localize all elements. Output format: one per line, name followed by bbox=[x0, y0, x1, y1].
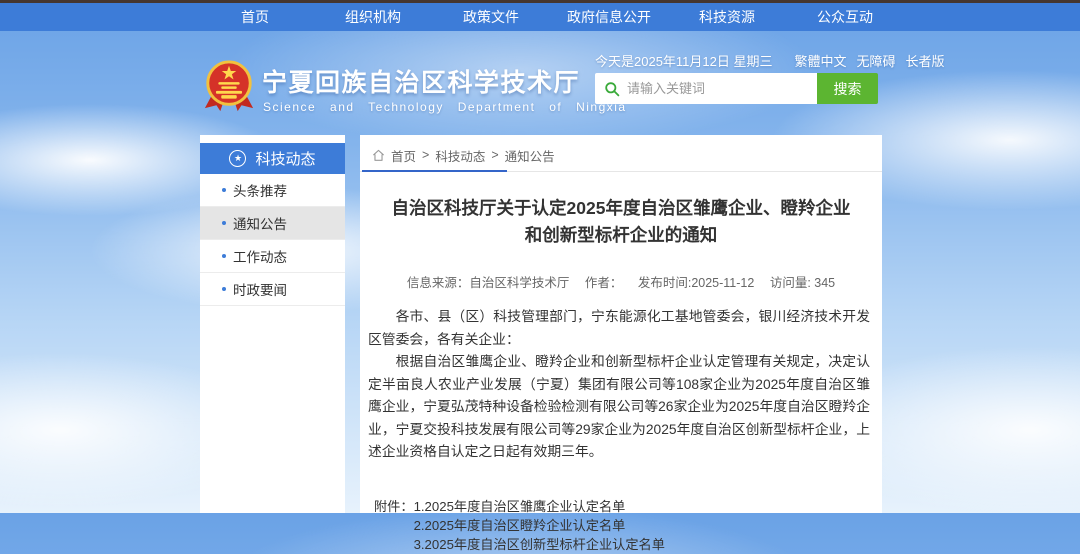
article-title: 自治区科技厅关于认定2025年度自治区雏鹰企业、瞪羚企业 和创新型标杆企业的通知 bbox=[360, 195, 882, 249]
meta-author: 作者： bbox=[585, 276, 623, 290]
nav-item-public-interaction[interactable]: 公众互动 bbox=[786, 7, 904, 27]
site-subtitle: Science and Technology Department of Nin… bbox=[263, 100, 627, 114]
circled-star-icon: ★ bbox=[229, 150, 246, 167]
article-title-line2: 和创新型标杆企业的通知 bbox=[380, 222, 862, 249]
link-elderly-version[interactable]: 长者版 bbox=[906, 51, 945, 70]
breadcrumb: 首页 > 科技动态 > 通知公告 bbox=[360, 135, 882, 172]
header-utility-row: 今天是2025年11月12日 星期三 繁體中文 无障碍 长者版 bbox=[595, 51, 945, 70]
attachments-block: 附件： 1.2025年度自治区雏鹰企业认定名单 2.2025年度自治区瞪羚企业认… bbox=[374, 497, 882, 554]
national-emblem-logo[interactable] bbox=[202, 57, 256, 120]
search-button[interactable]: 搜索 bbox=[817, 73, 878, 104]
article-meta: 信息来源：自治区科学技术厅 作者： 发布时间:2025-11-12 访问量: 3… bbox=[360, 272, 882, 291]
star-glyph: ★ bbox=[234, 154, 242, 163]
sidebar-item-notices[interactable]: 通知公告 bbox=[200, 207, 345, 240]
utility-links: 繁體中文 无障碍 长者版 bbox=[795, 51, 945, 70]
attachment-link-gazelle-list[interactable]: 2.2025年度自治区瞪羚企业认定名单 bbox=[414, 516, 665, 535]
sidebar: ★ 科技动态 头条推荐 通知公告 工作动态 时政要闻 bbox=[200, 135, 345, 513]
emblem-icon bbox=[202, 57, 256, 115]
nav-item-gov-info-disclosure[interactable]: 政府信息公开 bbox=[550, 7, 668, 27]
meta-visit-count: 访问量: 345 bbox=[770, 276, 835, 290]
attachments-label: 附件： bbox=[374, 497, 414, 554]
meta-source: 信息来源：自治区科学技术厅 bbox=[407, 276, 570, 290]
breadcrumb-current[interactable]: 通知公告 bbox=[505, 146, 555, 165]
nav-item-tech-resources[interactable]: 科技资源 bbox=[668, 7, 786, 27]
article-body: 各市、县（区）科技管理部门，宁东能源化工基地管委会，银川经济技术开发区管委会，各… bbox=[368, 306, 870, 464]
link-traditional-chinese[interactable]: 繁體中文 bbox=[795, 51, 847, 70]
sidebar-header: ★ 科技动态 bbox=[200, 143, 345, 174]
home-icon bbox=[372, 149, 385, 162]
article-paragraph-main: 根据自治区雏鹰企业、瞪羚企业和创新型标杆企业认定管理有关规定，决定认定半亩良人农… bbox=[368, 351, 870, 464]
breadcrumb-separator: > bbox=[491, 148, 498, 162]
sidebar-item-political-news[interactable]: 时政要闻 bbox=[200, 273, 345, 306]
nav-item-organization[interactable]: 组织机构 bbox=[314, 7, 432, 27]
sidebar-title: 科技动态 bbox=[255, 148, 315, 169]
breadcrumb-home[interactable]: 首页 bbox=[391, 146, 416, 165]
article-paragraph-salutation: 各市、县（区）科技管理部门，宁东能源化工基地管委会，银川经济技术开发区管委会，各… bbox=[368, 306, 870, 351]
nav-item-home[interactable]: 首页 bbox=[196, 7, 314, 27]
search-input[interactable] bbox=[627, 73, 817, 104]
bullet-dot-icon bbox=[222, 188, 226, 192]
link-accessibility[interactable]: 无障碍 bbox=[857, 51, 896, 70]
breadcrumb-separator: > bbox=[422, 148, 429, 162]
bullet-dot-icon bbox=[222, 221, 226, 225]
site-title[interactable]: 宁夏回族自治区科学技术厅 bbox=[262, 63, 580, 99]
article-title-line1: 自治区科技厅关于认定2025年度自治区雏鹰企业、瞪羚企业 bbox=[380, 195, 862, 222]
search-box bbox=[595, 73, 817, 104]
search-icon bbox=[604, 81, 620, 97]
sidebar-item-label: 头条推荐 bbox=[233, 180, 287, 200]
bullet-dot-icon bbox=[222, 254, 226, 258]
breadcrumb-category[interactable]: 科技动态 bbox=[435, 146, 485, 165]
sidebar-item-label: 工作动态 bbox=[233, 246, 287, 266]
attachment-link-benchmark-list[interactable]: 3.2025年度自治区创新型标杆企业认定名单 bbox=[414, 535, 665, 554]
sidebar-item-headline-recommend[interactable]: 头条推荐 bbox=[200, 174, 345, 207]
content-panel: 首页 > 科技动态 > 通知公告 自治区科技厅关于认定2025年度自治区雏鹰企业… bbox=[360, 135, 882, 513]
top-navigation: 首页 组织机构 政策文件 政府信息公开 科技资源 公众互动 bbox=[0, 3, 1080, 31]
sidebar-item-work-trends[interactable]: 工作动态 bbox=[200, 240, 345, 273]
bullet-dot-icon bbox=[222, 287, 226, 291]
sidebar-item-label: 时政要闻 bbox=[233, 279, 287, 299]
nav-item-policy-documents[interactable]: 政策文件 bbox=[432, 7, 550, 27]
sidebar-item-label: 通知公告 bbox=[233, 213, 287, 233]
current-date-text: 今天是2025年11月12日 星期三 bbox=[595, 51, 773, 70]
site-search: 搜索 bbox=[595, 73, 878, 104]
attachments-list: 1.2025年度自治区雏鹰企业认定名单 2.2025年度自治区瞪羚企业认定名单 … bbox=[414, 497, 665, 554]
page: { "colors": { "nav_blue": "#3d7cd8", "ac… bbox=[0, 0, 1080, 513]
meta-publish-time: 发布时间:2025-11-12 bbox=[638, 276, 755, 290]
